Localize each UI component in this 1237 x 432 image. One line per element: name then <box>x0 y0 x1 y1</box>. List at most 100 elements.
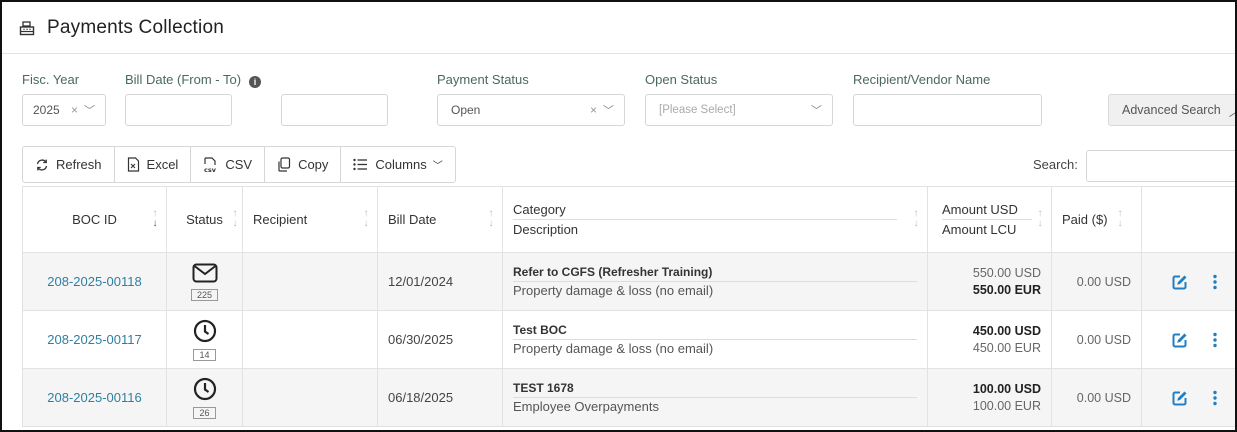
sort-icon[interactable]: ↑ ↓ <box>486 209 496 229</box>
col-header-actions: ↑↓ <box>1141 186 1235 253</box>
fisc-year-label: Fisc. Year <box>22 72 80 87</box>
payments-collection-page: Payments Collection Fisc. Year 2025 × ﹀ … <box>0 0 1237 432</box>
table-row: 208-2025-00117 14 06/30/2025 Test BOC Pro… <box>22 310 1235 369</box>
actions-cell <box>1141 368 1235 427</box>
recipient-cell <box>242 252 378 311</box>
sort-icon[interactable]: ↑ ↓ <box>361 209 371 229</box>
fisc-year-value: 2025 <box>33 103 60 117</box>
search-label: Search: <box>1033 157 1078 172</box>
csv-label: CSV <box>225 157 253 172</box>
amount-lcu: 450.00 EUR <box>972 340 1041 355</box>
boc-id-link[interactable]: 208-2025-00117 <box>47 332 141 347</box>
amount-lcu: 550.00 EUR <box>972 282 1041 297</box>
excel-label: Excel <box>146 157 179 172</box>
table-row: 208-2025-00118 225 12/01/2024 Refer to C… <box>22 252 1235 311</box>
more-options-icon[interactable] <box>1212 390 1218 406</box>
fisc-year-select[interactable]: 2025 × ﹀ <box>22 94 106 126</box>
open-status-select[interactable]: [Please Select] ﹀ <box>645 94 833 126</box>
status-cell: 225 <box>166 252 243 311</box>
category-cell: TEST 1678 Employee Overpayments <box>502 368 928 427</box>
envelope-icon <box>192 263 217 282</box>
amount-usd: 450.00 USD <box>972 323 1041 338</box>
search-input[interactable] <box>1086 150 1235 182</box>
cash-register-icon <box>19 20 35 36</box>
recipient-cell <box>242 368 378 427</box>
sort-icon[interactable]: ↑ ↓ <box>1035 209 1045 229</box>
status-count-badge: 14 <box>193 348 216 361</box>
amount-usd: 550.00 USD <box>972 265 1041 280</box>
sort-icon[interactable]: ↑ ↓ <box>150 209 160 229</box>
col-header-paid[interactable]: Paid ($) ↑ ↓ <box>1051 186 1142 253</box>
header-label: BOC ID <box>72 212 117 227</box>
page-title: Payments Collection <box>47 16 224 38</box>
payment-status-value: Open <box>451 103 481 117</box>
paid-cell: 0.00 USD <box>1051 368 1142 427</box>
status-count-badge: 225 <box>190 288 219 301</box>
edit-icon[interactable] <box>1172 274 1188 290</box>
amount-cell: 100.00 USD 100.00 EUR <box>927 368 1052 427</box>
category-cell: Refer to CGFS (Refresher Training) Proper… <box>502 252 928 311</box>
chevron-down-icon: ﹀ <box>432 161 443 172</box>
excel-file-icon <box>127 157 139 172</box>
more-options-icon[interactable] <box>1212 332 1218 348</box>
bill-date-label: Bill Date (From - To) i <box>125 72 262 88</box>
payments-table: BOC ID ↑ ↓ Status ↑ ↓ Recipient ↑ ↓ Bill Date ↑… <box>22 186 1235 427</box>
refresh-icon <box>36 158 48 171</box>
boc-id-link[interactable]: 208-2025-00116 <box>47 390 141 405</box>
col-header-category[interactable]: Category Description ↑ ↓ <box>502 186 928 253</box>
copy-button[interactable]: Copy <box>265 147 342 182</box>
excel-button[interactable]: Excel <box>115 147 192 182</box>
columns-label: Columns <box>375 157 427 172</box>
info-icon[interactable]: i <box>249 76 262 88</box>
boc-id-link[interactable]: 208-2025-00118 <box>47 274 141 289</box>
header-label: Bill Date <box>388 212 437 227</box>
header-label: Status <box>186 212 223 227</box>
col-header-boc-id[interactable]: BOC ID ↑ ↓ <box>22 186 167 253</box>
col-header-amount[interactable]: Amount USD Amount LCU ↑ ↓ <box>927 186 1052 253</box>
refresh-label: Refresh <box>56 157 102 172</box>
open-status-label: Open Status <box>645 72 718 87</box>
sort-icon[interactable]: ↑ ↓ <box>230 209 240 229</box>
refresh-button[interactable]: Refresh <box>23 147 115 182</box>
csv-button[interactable]: csv CSV <box>191 147 266 182</box>
clock-icon <box>193 377 216 400</box>
header-label: Amount LCU <box>942 222 1017 237</box>
copy-label: Copy <box>298 157 329 172</box>
amount-usd: 100.00 USD <box>972 381 1041 396</box>
header-label: Amount USD <box>942 200 1032 220</box>
recipient-input[interactable] <box>853 94 1042 126</box>
payment-status-select[interactable]: Open × ﹀ <box>437 94 625 126</box>
chevron-down-icon: ﹀ <box>603 105 614 117</box>
more-options-icon[interactable] <box>1212 274 1218 290</box>
edit-icon[interactable] <box>1172 332 1188 348</box>
chevron-up-icon: ︿ <box>1229 101 1235 120</box>
bill-date-to-input[interactable] <box>281 94 388 126</box>
bill-date-from-input[interactable] <box>125 94 232 126</box>
category-text: TEST 1678 <box>513 381 917 398</box>
col-header-bill-date[interactable]: Bill Date ↑ ↓ <box>377 186 503 253</box>
bill-date-cell: 12/01/2024 <box>377 252 503 311</box>
open-status-placeholder: [Please Select] <box>659 104 736 116</box>
bill-date-cell: 06/30/2025 <box>377 310 503 369</box>
actions-cell <box>1141 310 1235 369</box>
header-label: Category <box>513 200 897 220</box>
header-label: Recipient <box>253 212 308 227</box>
sort-icon[interactable]: ↑ ↓ <box>1115 209 1125 229</box>
col-header-status[interactable]: Status ↑ ↓ <box>166 186 243 253</box>
clear-icon[interactable]: × <box>71 103 78 117</box>
category-text: Test BOC <box>513 323 917 340</box>
edit-icon[interactable] <box>1172 390 1188 406</box>
payment-status-label: Payment Status <box>437 72 529 87</box>
amount-lcu: 100.00 EUR <box>972 398 1041 413</box>
header-label: Paid ($) <box>1062 212 1108 227</box>
col-header-recipient[interactable]: Recipient ↑ ↓ <box>242 186 378 253</box>
columns-button[interactable]: Columns ﹀ <box>341 147 454 182</box>
advanced-search-button[interactable]: Advanced Search ︿ <box>1108 94 1235 126</box>
table-toolbar: Refresh Excel csv CSV Copy Columns ﹀ <box>22 146 456 183</box>
recipient-label: Recipient/Vendor Name <box>853 72 991 87</box>
actions-cell <box>1141 252 1235 311</box>
sort-icon[interactable]: ↑ ↓ <box>911 209 921 229</box>
status-cell: 26 <box>166 368 243 427</box>
clock-icon <box>193 319 216 342</box>
clear-icon[interactable]: × <box>590 103 597 117</box>
